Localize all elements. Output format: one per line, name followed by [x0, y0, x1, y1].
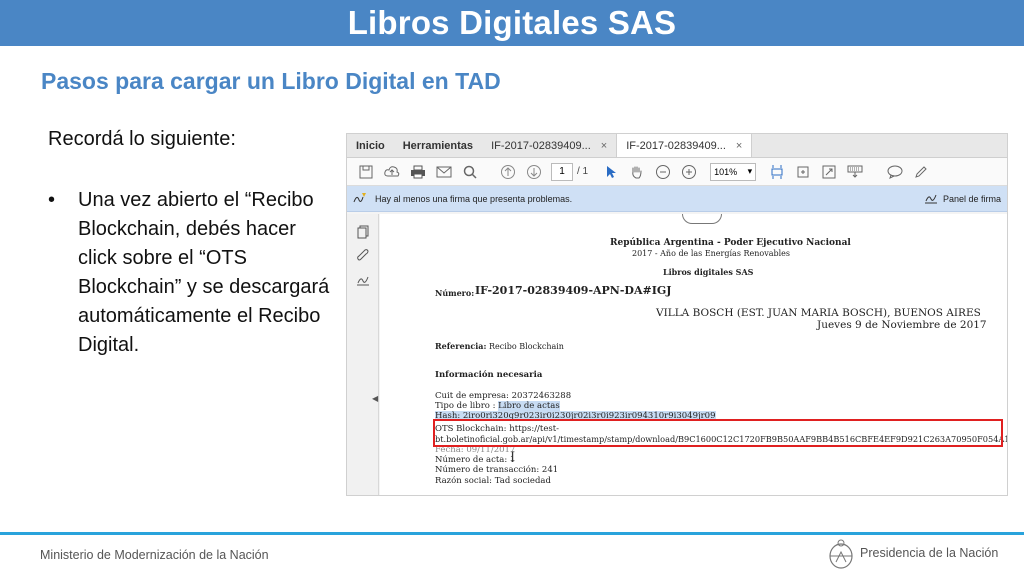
signature-icon: [924, 192, 938, 206]
tab-close-icon[interactable]: ×: [601, 140, 607, 152]
tipo-line: Tipo de libro : Libro de actas: [435, 401, 560, 411]
signature-side-icon[interactable]: [347, 268, 379, 292]
tab-close-icon[interactable]: ×: [736, 140, 742, 152]
bullet-text: Una vez abierto el “Recibo Blockchain, d…: [78, 189, 330, 356]
tab-inicio[interactable]: Inicio: [347, 134, 394, 157]
print-icon[interactable]: [405, 161, 431, 183]
signature-warning-bar: Hay al menos una firma que presenta prob…: [347, 186, 1007, 212]
attachment-icon[interactable]: [347, 244, 379, 268]
signature-panel-button[interactable]: Panel de firma: [924, 192, 1001, 206]
signature-panel-label: Panel de firma: [942, 193, 1001, 204]
slide-header-bar: Libros Digitales SAS: [0, 0, 1024, 46]
fullscreen-icon[interactable]: [816, 161, 842, 183]
doc-title: Libros digitales SAS: [663, 267, 754, 277]
zoom-in-icon[interactable]: [676, 161, 702, 183]
zoom-value: 101%: [714, 166, 738, 177]
footer-presidency: Presidencia de la Nación: [860, 546, 999, 560]
mail-icon[interactable]: [431, 161, 457, 183]
footer-divider: [0, 532, 1024, 535]
select-cursor-icon[interactable]: [598, 161, 624, 183]
copy-pages-icon[interactable]: [347, 220, 379, 244]
tab-document-1-label: IF-2017-02839409...: [491, 139, 591, 152]
pen-icon[interactable]: [908, 161, 934, 183]
tab-document-1[interactable]: IF-2017-02839409... ×: [482, 134, 616, 157]
referencia-label: Referencia:: [435, 341, 487, 351]
bullet-dot: •: [48, 189, 56, 211]
referencia-line: Referencia: Recibo Blockchain: [435, 341, 564, 351]
comment-icon[interactable]: [882, 161, 908, 183]
info-title: Información necesaria: [435, 370, 543, 380]
page-up-icon[interactable]: [495, 161, 521, 183]
doc-date: Jueves 9 de Noviembre de 2017: [817, 319, 987, 331]
save-icon[interactable]: [353, 161, 379, 183]
viewer-side-panel: ◀: [347, 214, 379, 495]
referencia-value: Recibo Blockchain: [488, 342, 564, 351]
search-icon[interactable]: [457, 161, 483, 183]
viewer-tab-bar: Inicio Herramientas IF-2017-02839409... …: [347, 134, 1007, 158]
footer-ministry: Ministerio de Modernización de la Nación: [40, 548, 269, 562]
upload-icon[interactable]: [379, 161, 405, 183]
pdf-viewer-screenshot: Inicio Herramientas IF-2017-02839409... …: [346, 133, 1008, 496]
numero-value: IF-2017-02839409-APN-DA#IGJ: [475, 284, 672, 297]
intro-text: Recordá lo siguiente:: [48, 128, 236, 150]
numero-label: Número:: [435, 288, 475, 298]
doc-location: VILLA BOSCH (EST. JUAN MARIA BOSCH), BUE…: [656, 307, 981, 319]
doc-header-2: 2017 - Año de las Energías Renovables: [632, 249, 790, 258]
tipo-label: Tipo de libro :: [435, 401, 496, 411]
acta-line: Número de acta: 1: [435, 455, 516, 465]
pdf-document-page: República Argentina - Poder Ejecutivo Na…: [380, 214, 1007, 495]
razon-line: Razón social: Tad sociedad: [435, 476, 551, 486]
keyboard-icon[interactable]: [842, 161, 868, 183]
tipo-value: Libro de actas: [498, 401, 560, 411]
fit-page-icon[interactable]: [764, 161, 790, 183]
doc-header-1: República Argentina - Poder Ejecutivo Na…: [610, 238, 851, 248]
bullet-item: • Una vez abierto el “Recibo Blockchain,…: [48, 186, 338, 360]
rotate-icon[interactable]: [790, 161, 816, 183]
slide-title: Libros Digitales SAS: [347, 4, 677, 41]
text-cursor-icon: I: [510, 450, 516, 465]
viewer-toolbar: 1 / 1 101% ▾: [347, 158, 1007, 186]
signature-warning-text: Hay al menos una firma que presenta prob…: [375, 193, 573, 204]
chevron-down-icon: ▾: [747, 166, 753, 176]
tab-document-2-label: IF-2017-02839409...: [626, 139, 726, 152]
zoom-out-icon[interactable]: [650, 161, 676, 183]
cuit-line: Cuit de empresa: 20372463288: [435, 391, 572, 401]
signature-warning-icon: [353, 192, 367, 206]
page-total: / 1: [577, 166, 589, 177]
toolbar-separator: [868, 161, 882, 183]
viewer-body: ◀ República Argentina - Poder Ejecutivo …: [347, 214, 1007, 495]
national-seal-icon: [826, 538, 856, 570]
transaccion-line: Número de transacción: 241: [435, 465, 559, 475]
hand-tool-icon[interactable]: [624, 161, 650, 183]
slide-subtitle: Pasos para cargar un Libro Digital en TA…: [41, 68, 501, 94]
toolbar-separator: [483, 161, 495, 183]
zoom-select[interactable]: 101% ▾: [710, 162, 757, 181]
tab-herramientas[interactable]: Herramientas: [394, 134, 482, 157]
collapse-arrow-icon[interactable]: ◀: [372, 394, 378, 403]
tab-document-2[interactable]: IF-2017-02839409... ×: [616, 134, 753, 157]
ots-highlight-box: [433, 419, 1003, 447]
coat-of-arms-seal: [682, 214, 722, 224]
page-down-icon[interactable]: [521, 161, 547, 183]
page-number-input[interactable]: 1: [551, 162, 573, 181]
